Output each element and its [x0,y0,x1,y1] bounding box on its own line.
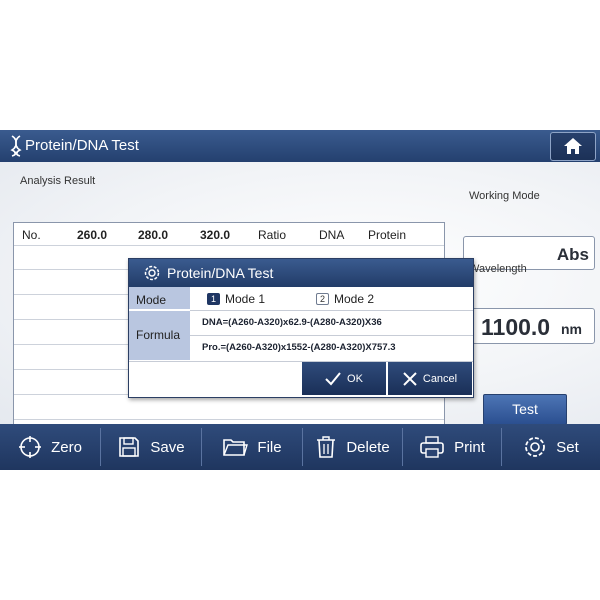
save-label: Save [150,438,185,456]
wavelength-unit: nm [561,321,582,337]
column-header: 280.0 [138,228,169,242]
bottom-toolbar: Zero Save File Delete Print Set [0,424,600,470]
file-label: File [257,438,282,456]
test-button[interactable]: Test [483,394,567,425]
column-header: 260.0 [77,228,108,242]
crosshair-icon [19,436,42,458]
mode-label-cell: Mode [129,287,190,310]
ok-label: OK [347,372,363,385]
wavelength-field[interactable]: 1100.0 nm [463,308,595,344]
delete-button[interactable]: Delete [303,424,402,470]
mode-2-badge: 2 [316,293,329,305]
mode-1-badge: 1 [207,293,220,305]
column-header: No. [22,228,41,242]
working-mode-label: Working Mode [469,190,540,202]
mode-2-option[interactable]: 2 Mode 2 [316,292,374,306]
mode-label: Mode [136,293,167,307]
dialog-divider [190,310,473,311]
working-mode-value: Abs [556,245,589,264]
wavelength-value: 1100.0 [481,314,551,340]
column-header: DNA [319,228,345,242]
home-icon [564,138,582,154]
printer-icon [420,436,444,458]
zero-label: Zero [51,438,82,456]
table-row-divider [14,419,444,420]
dialog-title-bar: Protein/DNA Test [129,259,473,287]
column-header: Ratio [258,228,287,242]
trash-icon [317,436,336,458]
file-button[interactable]: File [202,424,302,470]
ok-button[interactable]: OK [302,362,386,395]
table-row-divider [14,245,444,246]
gear-icon [525,437,546,457]
print-label: Print [454,438,485,456]
formula-label-cell: Formula [129,311,190,361]
delete-label: Delete [346,438,390,456]
cancel-button[interactable]: Cancel [388,362,472,395]
protein-dna-dialog: Protein/DNA Test Mode 1 Mode 1 2 Mode 2 … [128,258,474,398]
dialog-title: Protein/DNA Test [167,265,274,281]
mode-1-option[interactable]: 1 Mode 1 [207,292,265,306]
dna-helix-icon [10,135,22,157]
formula-label: Formula [136,328,181,342]
set-label: Set [556,438,579,456]
mode-1-label: Mode 1 [225,292,266,306]
mode-2-label: Mode 2 [334,292,375,306]
analysis-result-label: Analysis Result [20,175,96,187]
set-button[interactable]: Set [502,424,600,470]
close-icon [403,371,417,386]
main-content: Analysis Result No. 260.0 280.0 320.0 Ra… [0,162,600,440]
save-button[interactable]: Save [101,424,201,470]
floppy-disk-icon [119,437,140,457]
title-bar: Protein/DNA Test [0,130,600,162]
formula-dna: DNA=(A260-A320)x62.9-(A280-A320)X36 [202,317,382,328]
instrument-screen: Protein/DNA Test Analysis Result No. 260… [0,130,600,470]
gear-icon [144,265,160,281]
checkmark-icon [325,371,341,385]
formula-protein: Pro.=(A260-A320)x1552-(A280-A320)X757.3 [202,342,396,353]
print-button[interactable]: Print [403,424,501,470]
wavelength-label: Wavelength [469,263,527,275]
column-header: Protein [368,228,407,242]
dialog-divider [190,335,473,336]
home-button[interactable] [550,132,596,161]
cancel-label: Cancel [422,372,458,385]
folder-icon [223,439,249,456]
window-title: Protein/DNA Test [25,137,139,154]
column-header: 320.0 [200,228,231,242]
zero-button[interactable]: Zero [0,424,100,470]
